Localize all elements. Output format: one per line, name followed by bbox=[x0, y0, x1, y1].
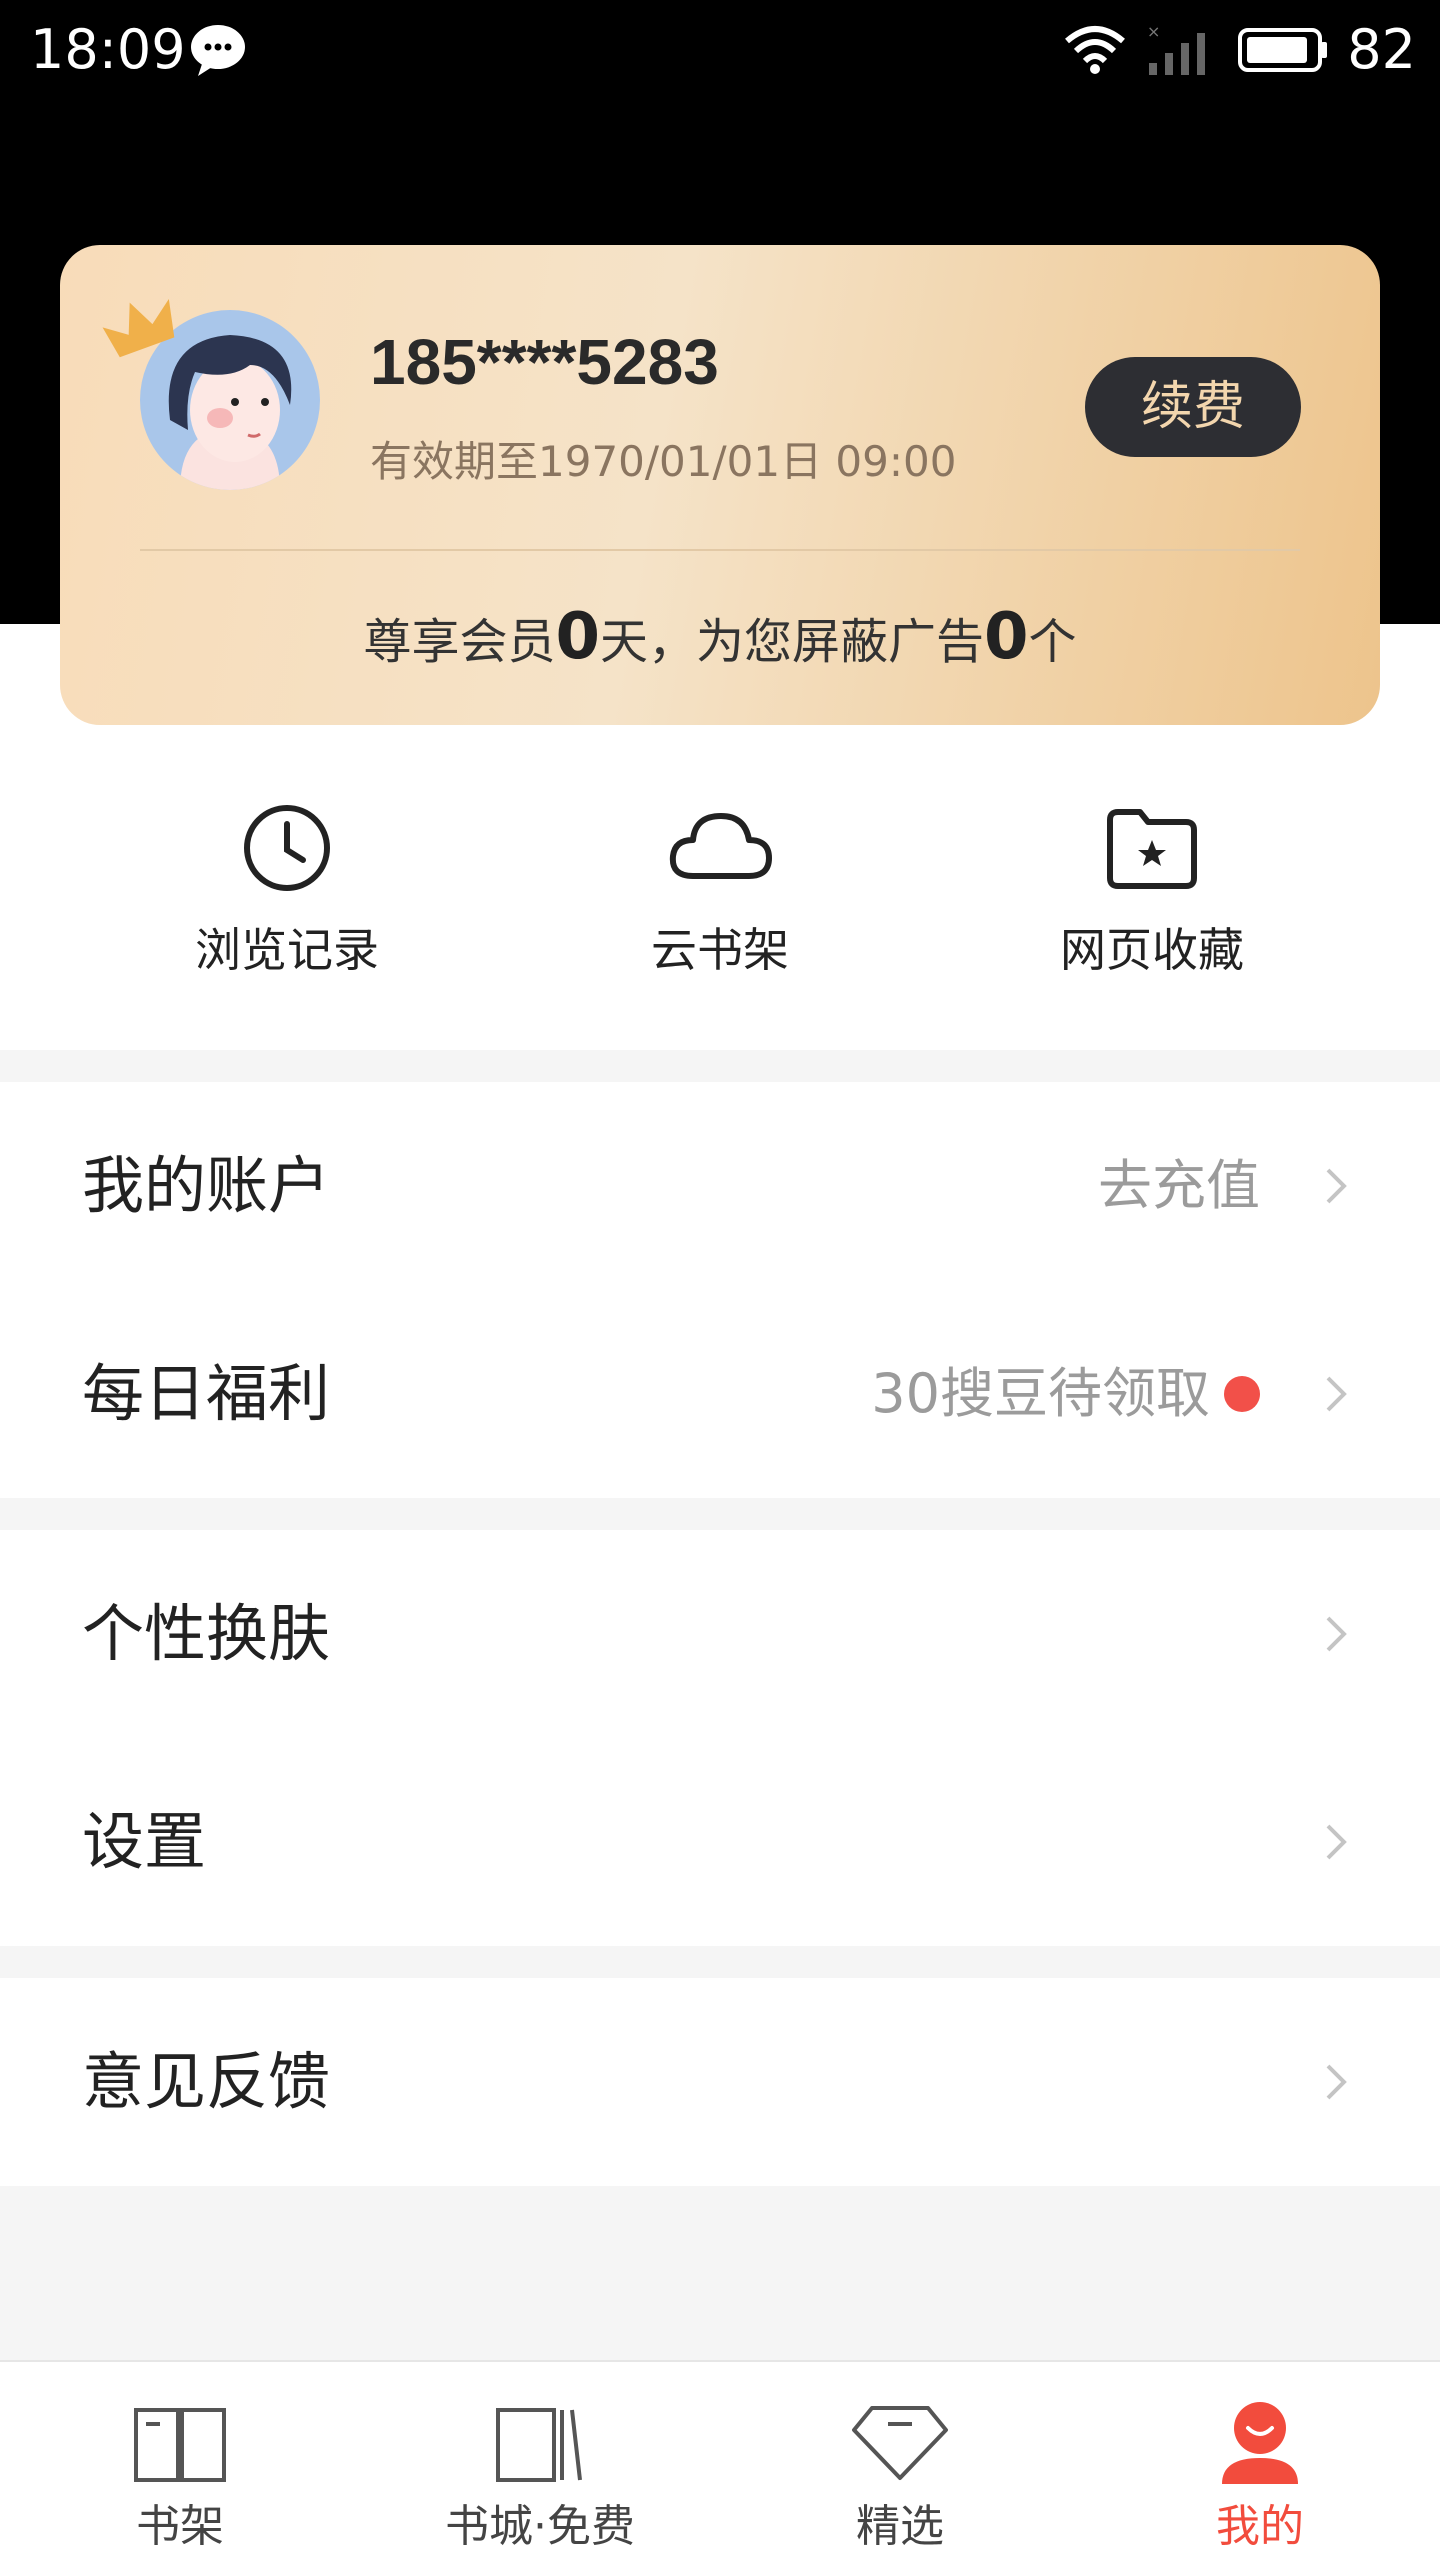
status-time: 18:09 bbox=[30, 18, 186, 81]
renew-button[interactable]: 续费 bbox=[1085, 357, 1301, 457]
chevron-right-icon bbox=[1326, 1376, 1347, 1412]
menu-section-preferences: 个性换肤 设置 bbox=[0, 1530, 1440, 1946]
tab-mine[interactable]: 我的 bbox=[1080, 2362, 1440, 2562]
vip-card: 185****5283 有效期至1970/01/01日 09:00 续费 尊享会… bbox=[60, 245, 1380, 725]
stats-suffix: 个 bbox=[1028, 614, 1077, 670]
ads-blocked-count: 0 bbox=[984, 600, 1029, 674]
menu-section-feedback: 意见反馈 bbox=[0, 1978, 1440, 2186]
quick-action-web-favorites[interactable]: 网页收藏 bbox=[992, 800, 1312, 980]
bottom-tab-bar: 书架 书城·免费 精选 我的 bbox=[0, 2360, 1440, 2562]
message-icon bbox=[191, 25, 245, 76]
menu-section-account: 我的账户 去充值 每日福利 30搜豆待领取 bbox=[0, 1082, 1440, 1498]
menu-row-skin[interactable]: 个性换肤 bbox=[0, 1530, 1440, 1738]
bookstore-icon bbox=[496, 2408, 582, 2482]
quick-action-history[interactable]: 浏览记录 bbox=[127, 800, 447, 980]
quick-action-label: 浏览记录 bbox=[195, 923, 379, 977]
stats-prefix: 尊享会员 bbox=[363, 614, 556, 670]
quick-action-label: 网页收藏 bbox=[1060, 923, 1244, 977]
menu-row-settings[interactable]: 设置 bbox=[0, 1738, 1440, 1946]
tab-bookstore[interactable]: 书城·免费 bbox=[360, 2362, 720, 2562]
membership-expiry: 有效期至1970/01/01日 09:00 bbox=[370, 437, 957, 486]
chevron-right-icon bbox=[1326, 2064, 1347, 2100]
menu-row-my-account[interactable]: 我的账户 去充值 bbox=[0, 1082, 1440, 1290]
quick-action-cloud-shelf[interactable]: 云书架 bbox=[560, 800, 880, 980]
menu-row-feedback[interactable]: 意见反馈 bbox=[0, 1978, 1440, 2186]
menu-label: 每日福利 bbox=[82, 1357, 331, 1430]
tab-label: 我的 bbox=[1216, 2501, 1304, 2552]
chevron-right-icon bbox=[1326, 1168, 1347, 1204]
menu-label: 个性换肤 bbox=[82, 1597, 331, 1670]
vip-stats: 尊享会员0天，为您屏蔽广告0个 bbox=[60, 600, 1380, 674]
book-open-icon bbox=[134, 2408, 226, 2482]
card-divider bbox=[140, 549, 1300, 551]
clock-icon bbox=[244, 805, 330, 891]
menu-label: 我的账户 bbox=[82, 1149, 331, 1222]
cloud-icon bbox=[669, 813, 772, 879]
member-days: 0 bbox=[555, 600, 600, 674]
quick-action-label: 云书架 bbox=[651, 923, 789, 977]
svg-text:×: × bbox=[1147, 23, 1160, 41]
profile-icon bbox=[1222, 2402, 1298, 2484]
user-phone: 185****5283 bbox=[370, 326, 719, 398]
battery-level: 82 bbox=[1347, 18, 1416, 81]
tab-label: 书城·免费 bbox=[445, 2501, 635, 2552]
menu-row-daily-welfare[interactable]: 每日福利 30搜豆待领取 bbox=[0, 1290, 1440, 1498]
menu-label: 意见反馈 bbox=[82, 2045, 331, 2118]
battery-icon bbox=[1238, 27, 1328, 72]
tab-label: 精选 bbox=[856, 2501, 944, 2552]
recharge-link[interactable]: 去充值 bbox=[1098, 1082, 1260, 1290]
diamond-icon bbox=[852, 2406, 948, 2480]
notification-dot bbox=[1224, 1376, 1260, 1412]
wifi-icon bbox=[1065, 25, 1126, 74]
tab-bookshelf[interactable]: 书架 bbox=[0, 2362, 360, 2562]
signal-icon: × bbox=[1147, 23, 1206, 75]
menu-label: 设置 bbox=[82, 1805, 207, 1878]
crown-icon bbox=[102, 298, 175, 358]
stats-middle: 天，为您屏蔽广告 bbox=[599, 614, 984, 670]
status-bar: 18:09 × 82 bbox=[0, 0, 1440, 100]
tab-label: 书架 bbox=[136, 2501, 224, 2552]
tab-featured[interactable]: 精选 bbox=[720, 2362, 1080, 2562]
welfare-value: 30搜豆待领取 bbox=[871, 1362, 1210, 1425]
chevron-right-icon bbox=[1326, 1616, 1347, 1652]
status-indicators: × 82 bbox=[1063, 18, 1416, 81]
star-folder-icon bbox=[1107, 809, 1197, 889]
chevron-right-icon bbox=[1326, 1824, 1347, 1860]
